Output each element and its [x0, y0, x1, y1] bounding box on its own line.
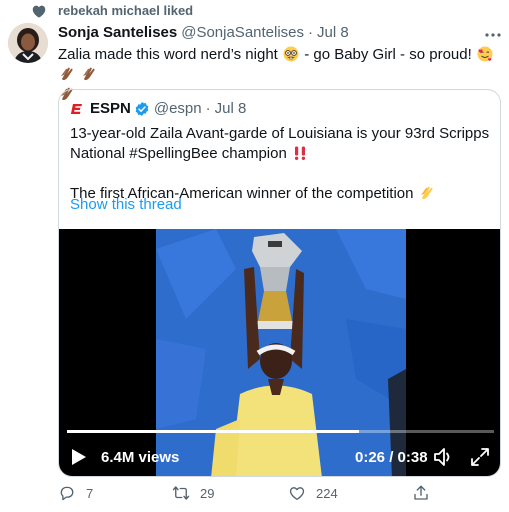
avatar[interactable] [8, 23, 48, 63]
reply-icon [60, 486, 74, 501]
nerd-face-emoji-icon [283, 46, 299, 62]
tweet-text-part2: - go Baby Girl - so proud! [304, 46, 472, 63]
share-icon [414, 485, 428, 500]
video-player[interactable]: 6.4M views 0:26 / 0:38 [59, 229, 500, 476]
quoted-tweet-text: 13-year-old Zaila Avant-garde of Louisia… [70, 124, 490, 204]
retweet-button[interactable]: 29 [172, 484, 214, 502]
clapping-hands-emoji-icon [83, 67, 95, 81]
fullscreen-icon[interactable] [470, 447, 490, 467]
retweet-count: 29 [200, 485, 215, 501]
heart-icon [32, 5, 46, 18]
quoted-text-line1-content: 13-year-old Zaila Avant-garde of Louisia… [70, 125, 490, 162]
volume-icon[interactable] [433, 447, 455, 467]
tweet-text-part1: Zalia made this word nerd’s night [58, 46, 278, 63]
avatar-image [8, 23, 48, 63]
double-exclamation-emoji-icon [294, 146, 306, 160]
tweet-actions: 7 29 224 [58, 484, 498, 508]
separator: · [205, 100, 211, 117]
clapping-hands-emoji-icon [420, 186, 433, 200]
like-button[interactable]: 224 [288, 484, 338, 502]
separator: · [308, 24, 314, 41]
espn-logo-icon [70, 101, 84, 116]
author-name[interactable]: Sonja Santelises [58, 24, 177, 41]
retweet-icon [172, 486, 190, 500]
video-time: 0:26 / 0:38 [355, 449, 428, 466]
quoted-author-handle[interactable]: @espn [154, 100, 202, 117]
social-context-text[interactable]: rebekah michael liked [58, 3, 193, 18]
quoted-tweet-card[interactable]: ESPN @espn · Jul 8 13-year-old Zaila Ava… [58, 89, 501, 477]
video-progress-fill [67, 430, 359, 433]
tweet-header: Sonja Santelises @SonjaSantelises · Jul … [58, 24, 349, 41]
reply-button[interactable]: 7 [58, 484, 93, 502]
tweet-date[interactable]: Jul 8 [317, 24, 349, 41]
show-thread-link[interactable]: Show this thread [70, 196, 182, 213]
share-button[interactable] [412, 484, 440, 502]
reply-count: 7 [86, 485, 94, 501]
quoted-text-line1: 13-year-old Zaila Avant-garde of Louisia… [70, 124, 490, 164]
clapping-hands-emoji-icon [61, 67, 73, 81]
quoted-author-name[interactable]: ESPN [90, 100, 131, 117]
play-icon[interactable] [71, 448, 87, 466]
video-frame-image [156, 229, 406, 476]
like-icon [289, 487, 305, 501]
quoted-tweet-header: ESPN @espn · Jul 8 [70, 100, 246, 117]
video-views: 6.4M views [101, 449, 180, 466]
quoted-tweet-date[interactable]: Jul 8 [215, 100, 247, 117]
author-handle[interactable]: @SonjaSantelises [181, 24, 304, 41]
more-options-icon[interactable] [484, 26, 502, 44]
like-count: 224 [316, 485, 338, 501]
smiling-face-with-hearts-emoji-icon [477, 46, 493, 62]
verified-badge-icon [135, 101, 149, 116]
